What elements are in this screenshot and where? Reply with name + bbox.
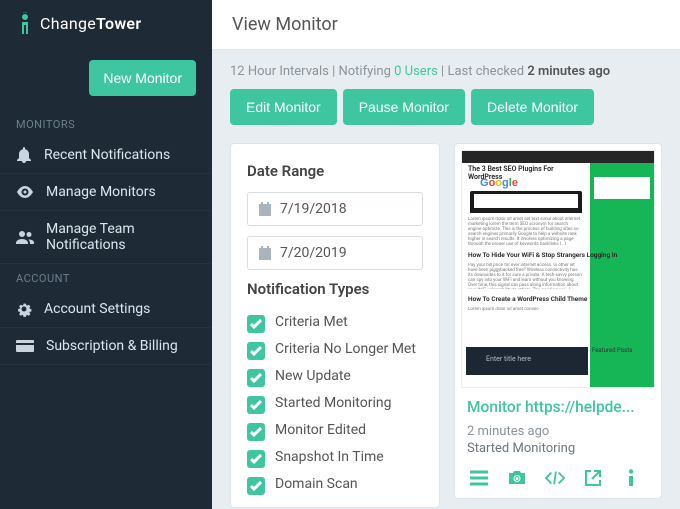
section-label-account: ACCOUNT (0, 264, 212, 291)
nav-label: Manage Monitors (46, 184, 156, 200)
nav-label: Manage Team Notifications (46, 221, 196, 253)
menu-icon[interactable] (469, 468, 489, 488)
status-line: 12 Hour Intervals | Notifying 0 Users | … (230, 64, 662, 79)
sidebar-item-account-settings[interactable]: Account Settings (0, 291, 212, 328)
action-bar: Edit Monitor Pause Monitor Delete Monito… (230, 89, 662, 125)
date-to-value: 7/20/2019 (280, 245, 347, 261)
calendar-icon (258, 246, 272, 260)
section-label-monitors: MONITORS (0, 110, 212, 137)
checkbox-snapshot-in-time[interactable]: Snapshot In Time (247, 445, 423, 472)
bell-icon (16, 147, 32, 163)
camera-icon[interactable] (507, 468, 527, 488)
checkbox-new-update[interactable]: New Update (247, 364, 423, 391)
delete-monitor-button[interactable]: Delete Monitor (471, 89, 594, 125)
snapshot-thumbnail: The 3 Best SEO Plugins For WordPress Goo… (461, 150, 655, 388)
pause-monitor-button[interactable]: Pause Monitor (343, 89, 465, 125)
date-to-field[interactable]: 7/20/2019 (247, 236, 423, 270)
sidebar-item-subscription-billing[interactable]: Subscription & Billing (0, 328, 212, 365)
main-area: View Monitor 12 Hour Intervals | Notifyi… (212, 0, 680, 509)
card-icon (16, 340, 34, 352)
check-icon (247, 450, 265, 468)
date-from-value: 7/19/2018 (280, 201, 347, 217)
tower-icon (16, 12, 34, 34)
check-icon (247, 423, 265, 441)
checkbox-domain-scan[interactable]: Domain Scan (247, 472, 423, 499)
filters-card: Date Range 7/19/2018 7/20/2019 Notificat… (230, 143, 440, 508)
nav-label: Recent Notifications (44, 147, 170, 163)
sidebar: ChangeTower New Monitor MONITORS Recent … (0, 0, 212, 509)
checkbox-criteria-met[interactable]: Criteria Met (247, 310, 423, 337)
sidebar-item-team-notifications[interactable]: Manage Team Notifications (0, 211, 212, 264)
snapshot-status: Started Monitoring (461, 439, 655, 466)
brand-logo: ChangeTower (0, 0, 212, 38)
edit-monitor-button[interactable]: Edit Monitor (230, 89, 337, 125)
new-monitor-button[interactable]: New Monitor (89, 60, 196, 96)
snapshot-card[interactable]: The 3 Best SEO Plugins For WordPress Goo… (454, 143, 662, 499)
date-range-heading: Date Range (247, 162, 423, 180)
check-icon (247, 477, 265, 495)
sidebar-item-recent-notifications[interactable]: Recent Notifications (0, 137, 212, 174)
snapshot-actions (461, 466, 655, 488)
open-external-icon[interactable] (583, 468, 603, 488)
gear-icon (16, 301, 32, 317)
checkbox-started-monitoring[interactable]: Started Monitoring (247, 391, 423, 418)
check-icon (247, 396, 265, 414)
snapshot-ago: 2 minutes ago (461, 418, 655, 439)
notification-types-heading: Notification Types (247, 280, 423, 298)
code-icon[interactable] (545, 468, 565, 488)
team-icon (16, 230, 34, 244)
check-icon (247, 369, 265, 387)
date-from-field[interactable]: 7/19/2018 (247, 192, 423, 226)
sidebar-item-manage-monitors[interactable]: Manage Monitors (0, 174, 212, 211)
nav-label: Subscription & Billing (46, 338, 178, 354)
checkbox-monitor-edited[interactable]: Monitor Edited (247, 418, 423, 445)
check-icon (247, 315, 265, 333)
checkbox-criteria-no-longer-met[interactable]: Criteria No Longer Met (247, 337, 423, 364)
page-title: View Monitor (212, 0, 680, 50)
check-icon (247, 342, 265, 360)
info-icon[interactable] (621, 468, 641, 488)
calendar-icon (258, 202, 272, 216)
snapshot-title: Monitor https://helpde... (461, 388, 655, 418)
nav-label: Account Settings (44, 301, 150, 317)
eye-icon (16, 186, 34, 198)
